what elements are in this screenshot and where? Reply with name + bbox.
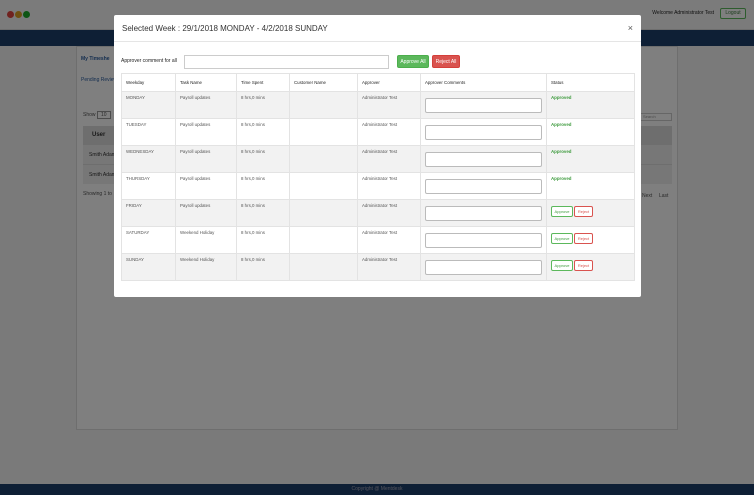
table-row: SUNDAY Weekend Holiday 8 hrs,0 mins Adminis… <box>121 253 635 281</box>
approver-comment-input[interactable] <box>425 152 542 167</box>
comment-cell <box>420 226 547 254</box>
reject-all-button[interactable]: Reject All <box>432 55 460 68</box>
comment-all-input[interactable] <box>184 55 389 69</box>
customer-cell <box>289 253 358 281</box>
column-approver-comments: Approver Comments <box>420 73 547 92</box>
status-approved: Approved <box>551 149 572 154</box>
column-time-spent: Time Spent <box>236 73 290 92</box>
comment-cell <box>420 145 547 173</box>
customer-cell <box>289 199 358 227</box>
comment-cell <box>420 253 547 281</box>
approver-comment-input[interactable] <box>425 233 542 248</box>
task-cell: Payroll updates <box>175 118 237 146</box>
comment-row: Approver comment for all Approve All Rej… <box>121 55 641 69</box>
approver-cell: Administrator Test <box>357 172 421 200</box>
status-cell: Approved <box>546 118 635 146</box>
task-cell: Weekend Holiday <box>175 226 237 254</box>
status-approved: Approved <box>551 122 572 127</box>
approval-modal: Selected Week : 29/1/2018 MONDAY - 4/2/2… <box>114 15 641 297</box>
approver-comment-input[interactable] <box>425 260 542 275</box>
close-icon[interactable]: × <box>628 23 633 33</box>
approver-comment-input[interactable] <box>425 98 542 113</box>
weekday-cell: SUNDAY <box>121 253 176 281</box>
task-cell: Payroll updates <box>175 172 237 200</box>
status-cell: Approve Reject <box>546 199 635 227</box>
comment-cell <box>420 172 547 200</box>
column-weekday: Weekday <box>121 73 176 92</box>
status-approved: Approved <box>551 176 572 181</box>
status-cell: Approved <box>546 172 635 200</box>
table-row: MONDAY Payroll updates 8 hrs,0 mins Adminis… <box>121 91 635 119</box>
column-approver: Approver <box>357 73 421 92</box>
weekday-cell: THURSDAY <box>121 172 176 200</box>
status-cell: Approved <box>546 91 635 119</box>
approver-cell: Administrator Test <box>357 226 421 254</box>
reject-button[interactable]: Reject <box>574 233 593 244</box>
approve-button[interactable]: Approve <box>551 206 573 217</box>
table-row: WEDNESDAY Payroll updates 8 hrs,0 mins Admi… <box>121 145 635 173</box>
approver-comment-input[interactable] <box>425 206 542 221</box>
approver-cell: Administrator Test <box>357 145 421 173</box>
time-spent-cell: 8 hrs,0 mins <box>236 253 290 281</box>
approve-button[interactable]: Approve <box>551 260 573 271</box>
table-row: FRIDAY Payroll updates 8 hrs,0 mins Adminis… <box>121 199 635 227</box>
comment-cell <box>420 118 547 146</box>
weekday-cell: MONDAY <box>121 91 176 119</box>
status-cell: Approved <box>546 145 635 173</box>
customer-cell <box>289 145 358 173</box>
weekday-cell: WEDNESDAY <box>121 145 176 173</box>
customer-cell <box>289 118 358 146</box>
modal-header: Selected Week : 29/1/2018 MONDAY - 4/2/2… <box>114 15 641 42</box>
table-row: SATURDAY Weekend Holiday 8 hrs,0 mins Admin… <box>121 226 635 254</box>
approver-comment-input[interactable] <box>425 179 542 194</box>
approver-cell: Administrator Test <box>357 199 421 227</box>
approver-comment-input[interactable] <box>425 125 542 140</box>
status-cell: Approve Reject <box>546 226 635 254</box>
comment-cell <box>420 91 547 119</box>
modal-title: Selected Week : 29/1/2018 MONDAY - 4/2/2… <box>122 24 328 33</box>
weekday-cell: SATURDAY <box>121 226 176 254</box>
approver-cell: Administrator Test <box>357 253 421 281</box>
customer-cell <box>289 91 358 119</box>
task-cell: Weekend Holiday <box>175 253 237 281</box>
task-cell: Payroll updates <box>175 145 237 173</box>
week-table: Weekday Task Name Time Spent Customer Na… <box>121 73 635 281</box>
weekday-cell: TUESDAY <box>121 118 176 146</box>
approver-cell: Administrator Test <box>357 118 421 146</box>
time-spent-cell: 8 hrs,0 mins <box>236 91 290 119</box>
status-cell: Approve Reject <box>546 253 635 281</box>
approver-cell: Administrator Test <box>357 91 421 119</box>
task-cell: Payroll updates <box>175 91 237 119</box>
table-row: THURSDAY Payroll updates 8 hrs,0 mins Admin… <box>121 172 635 200</box>
comment-cell <box>420 199 547 227</box>
comment-label: Approver comment for all <box>121 58 177 64</box>
time-spent-cell: 8 hrs,0 mins <box>236 199 290 227</box>
column-customer-name: Customer Name <box>289 73 358 92</box>
customer-cell <box>289 172 358 200</box>
approve-all-button[interactable]: Approve All <box>397 55 429 68</box>
table-row: TUESDAY Payroll updates 8 hrs,0 mins Admini… <box>121 118 635 146</box>
time-spent-cell: 8 hrs,0 mins <box>236 172 290 200</box>
column-task-name: Task Name <box>175 73 237 92</box>
column-status: Status <box>546 73 635 92</box>
time-spent-cell: 8 hrs,0 mins <box>236 226 290 254</box>
task-cell: Payroll updates <box>175 199 237 227</box>
reject-button[interactable]: Reject <box>574 206 593 217</box>
time-spent-cell: 8 hrs,0 mins <box>236 145 290 173</box>
customer-cell <box>289 226 358 254</box>
reject-button[interactable]: Reject <box>574 260 593 271</box>
table-header-row: Weekday Task Name Time Spent Customer Na… <box>121 73 635 92</box>
time-spent-cell: 8 hrs,0 mins <box>236 118 290 146</box>
status-approved: Approved <box>551 95 572 100</box>
approve-button[interactable]: Approve <box>551 233 573 244</box>
weekday-cell: FRIDAY <box>121 199 176 227</box>
